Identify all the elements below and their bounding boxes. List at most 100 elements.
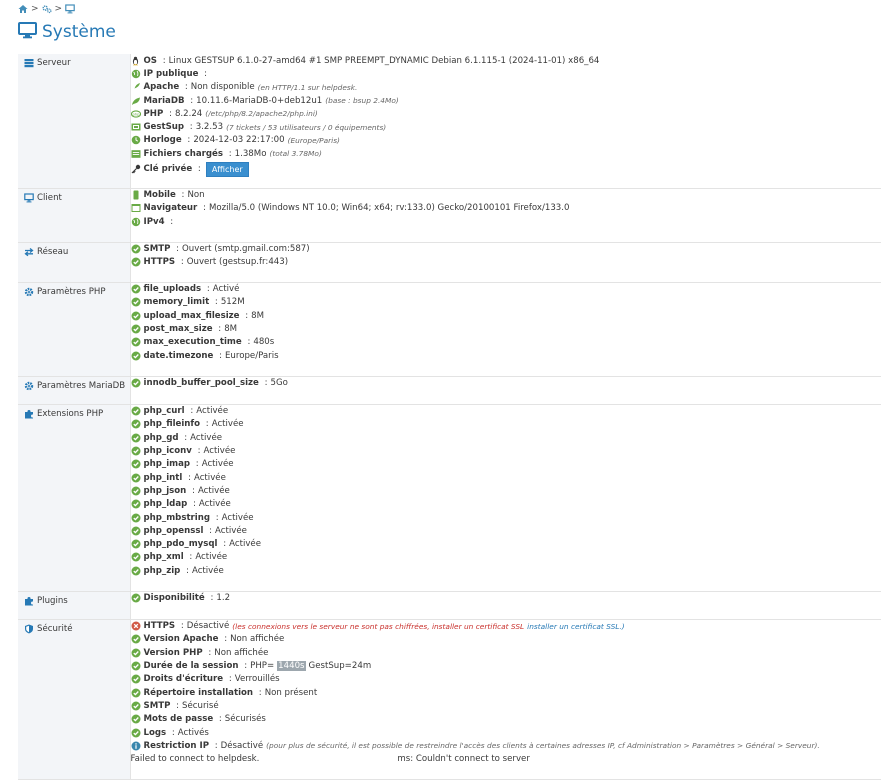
info-item: php_imap :Activée [131, 458, 881, 471]
check-circle-icon [131, 593, 141, 603]
session-highlight: 1440s [277, 661, 305, 671]
leaf-icon [131, 96, 141, 106]
info-gestsup: GestSup : 3.2.53 (7 tickets / 53 utilisa… [131, 120, 881, 133]
exchange-icon [24, 247, 34, 257]
section-values: innodb_buffer_pool_size :5Go [130, 376, 881, 404]
linux-icon [131, 56, 141, 66]
section-plugins: Plugins Disponibilité :1.2 [18, 591, 881, 619]
info-item: php_openssl :Activée [131, 524, 881, 537]
mobile-icon [131, 190, 141, 200]
cog-icon [24, 287, 34, 297]
section-label-cell: Plugins [18, 591, 130, 619]
section-values: Disponibilité :1.2 [130, 591, 881, 619]
breadcrumb: > > [18, 3, 75, 15]
check-circle-icon [131, 552, 141, 562]
check-circle-icon [131, 688, 141, 698]
cogs-icon[interactable] [42, 4, 52, 14]
info-navigateur: Navigateur : Mozilla/5.0 (Windows NT 10.… [131, 202, 881, 215]
info-item: innodb_buffer_pool_size :5Go [131, 377, 881, 390]
home-icon[interactable] [18, 4, 28, 14]
info-item: php_pdo_mysql :Activée [131, 537, 881, 550]
info-https: HTTPS : Désactivé (les connexions vers l… [131, 620, 881, 633]
check-circle-icon [131, 566, 141, 576]
info-item: php_json :Activée [131, 484, 881, 497]
clock-icon [131, 135, 141, 145]
page-title-text: Système [42, 21, 116, 43]
info-logs: Logs :Activés [131, 726, 881, 739]
server-icon [24, 58, 34, 68]
info-ip: IP publique : [131, 67, 881, 80]
page-title: Système [18, 21, 116, 43]
info-item: post_max_size :8M [131, 322, 881, 335]
breadcrumb-separator: > [55, 5, 63, 14]
section-values: HTTPS : Désactivé (les connexions vers l… [130, 619, 881, 779]
browser-icon [131, 203, 141, 213]
section-label: Sécurité [37, 624, 73, 634]
info-item: php_xml :Activée [131, 551, 881, 564]
show-private-key-button[interactable]: Afficher [206, 162, 249, 177]
section-values: file_uploads :Activé memory_limit :512M … [130, 282, 881, 376]
check-circle-icon [131, 486, 141, 496]
globe-icon [131, 217, 141, 227]
check-circle-icon [131, 499, 141, 509]
section-label: Client [37, 193, 62, 203]
check-circle-icon [131, 257, 141, 267]
section-securite: Sécurité HTTPS : Désactivé (les connexio… [18, 619, 881, 779]
puzzle-icon [24, 409, 34, 419]
info-ipv4: IPv4 : [131, 215, 881, 228]
check-circle-icon [131, 513, 141, 523]
info-circle-icon [131, 741, 141, 751]
check-circle-icon [131, 297, 141, 307]
feather-icon [131, 82, 141, 92]
info-smtp: SMTP : Ouvert (smtp.gmail.com:587) [131, 243, 881, 256]
info-horloge: Horloge : 2024-12-03 22:17:00 (Europe/Pa… [131, 134, 881, 147]
info-mariadb: MariaDB : 10.11.6-MariaDB-0+deb12u1 (bas… [131, 94, 881, 107]
section-serveur: Serveur OS : Linux GESTSUP 6.1.0-27-amd6… [18, 54, 881, 188]
check-circle-icon [131, 337, 141, 347]
check-circle-icon [131, 661, 141, 671]
check-circle-icon [131, 526, 141, 536]
desktop-icon[interactable] [65, 4, 75, 14]
info-item: max_execution_time :480s [131, 336, 881, 349]
breadcrumb-separator: > [31, 5, 39, 14]
check-circle-icon [131, 701, 141, 711]
check-circle-icon [131, 244, 141, 254]
install-ssl-link[interactable]: installer un certificat SSL.) [527, 622, 624, 631]
info-item: php_intl :Activée [131, 471, 881, 484]
puzzle-icon [24, 596, 34, 606]
check-circle-icon [131, 459, 141, 469]
info-item: memory_limit :512M [131, 296, 881, 309]
info-repertoire: Répertoire installation :Non présent [131, 686, 881, 699]
info-item: upload_max_filesize :8M [131, 309, 881, 322]
check-circle-icon [131, 351, 141, 361]
info-mdp: Mots de passe :Sécurisés [131, 713, 881, 726]
info-fichiers: Fichiers chargés : 1.38Mo (total 3.78Mo) [131, 147, 881, 160]
check-circle-icon [131, 648, 141, 658]
check-circle-icon [131, 406, 141, 416]
php-icon: php [131, 109, 141, 119]
check-circle-icon [131, 674, 141, 684]
section-label-cell: Réseau [18, 242, 130, 282]
shield-icon [24, 624, 34, 634]
info-item: file_uploads :Activé [131, 283, 881, 296]
info-item: php_zip :Activée [131, 564, 881, 577]
section-label: Serveur [37, 58, 71, 68]
info-smtp: SMTP :Sécurisé [131, 699, 881, 712]
globe-icon [131, 69, 141, 79]
info-restriction-ip: Restriction IP : Désactivé (pour plus de… [131, 739, 881, 752]
info-droits: Droits d'écriture :Verrouillés [131, 673, 881, 686]
info-item: date.timezone :Europe/Paris [131, 349, 881, 362]
info-item: php_curl :Activée [131, 405, 881, 418]
section-client: Client Mobile : Non Navigateur : Mozilla… [18, 188, 881, 242]
section-values: SMTP : Ouvert (smtp.gmail.com:587) HTTPS… [130, 242, 881, 282]
check-circle-icon [131, 539, 141, 549]
info-php: php PHP : 8.2.24 (/etc/php/8.2/apache2/p… [131, 107, 881, 120]
check-circle-icon [131, 284, 141, 294]
section-label-cell: Paramètres MariaDB [18, 376, 130, 404]
info-version-php: Version PHP :Non affichée [131, 646, 881, 659]
desktop-icon [18, 22, 37, 42]
folder-icon [131, 149, 141, 159]
section-label-cell: Client [18, 188, 130, 242]
info-apache: Apache : Non disponible (en HTTP/1.1 sur… [131, 81, 881, 94]
info-https: HTTPS : Ouvert (gestsup.fr:443) [131, 256, 881, 269]
